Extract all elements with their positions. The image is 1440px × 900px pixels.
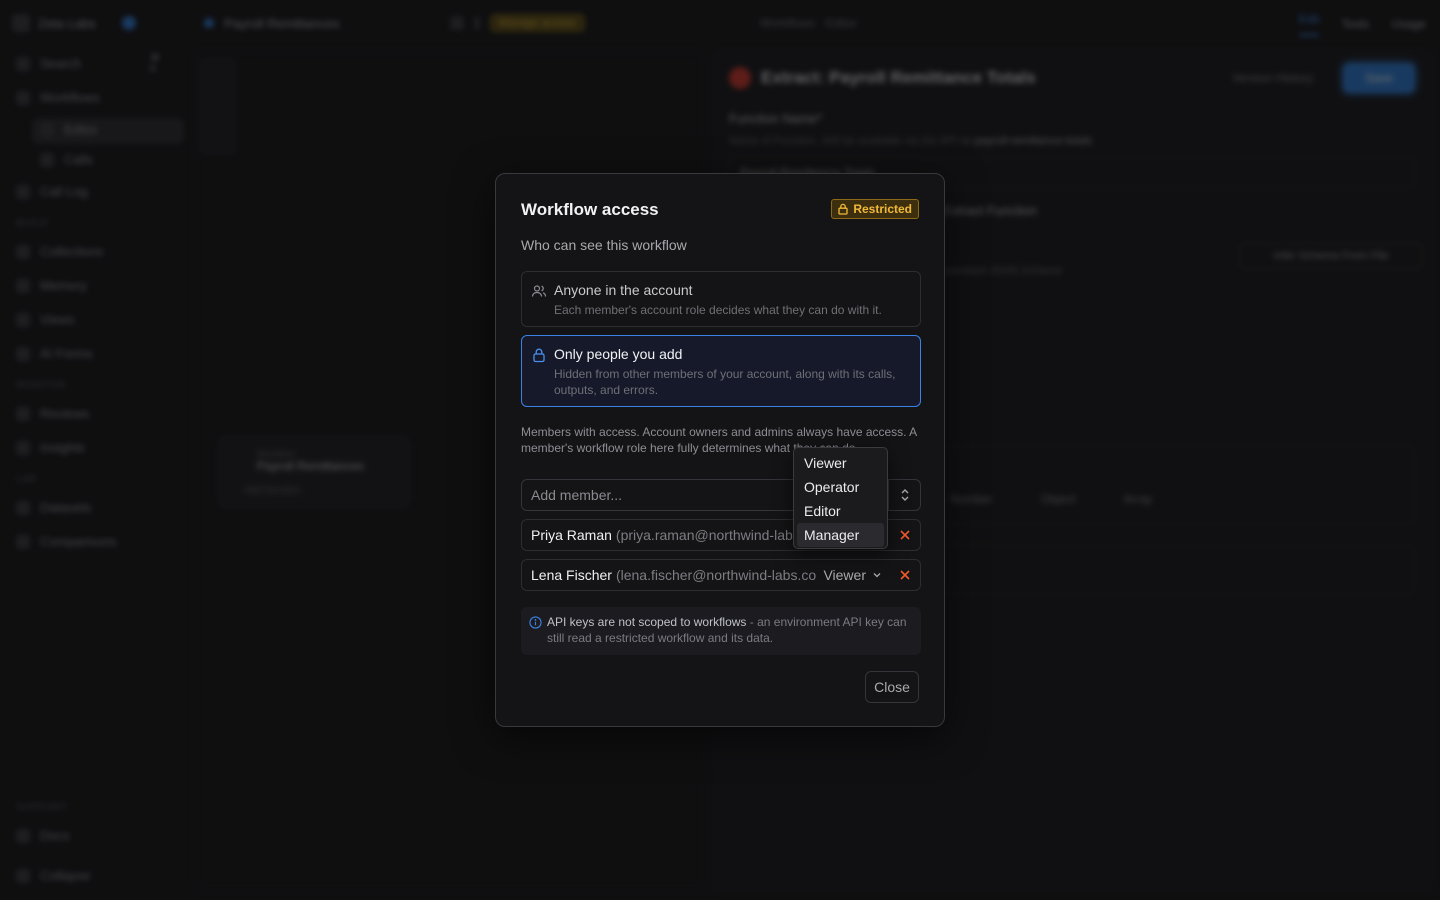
option-anyone-in-account[interactable]: Anyone in the account Each member's acco… (521, 271, 921, 327)
info-icon (529, 616, 542, 629)
role-dropdown-menu: Viewer Operator Editor Manager (793, 447, 888, 549)
member-email: (lena.fischer@northwind-labs.com) (615, 567, 833, 583)
restricted-badge-label: Restricted (853, 202, 912, 216)
chevron-up-down-icon (901, 489, 908, 501)
dialog-subtitle: Who can see this workflow (521, 237, 687, 253)
role-option-manager[interactable]: Manager (797, 523, 884, 547)
users-icon (531, 285, 547, 297)
member-row: Lena Fischer (lena.fischer@northwind-lab… (521, 559, 921, 591)
chevron-down-icon (873, 573, 881, 578)
remove-member-icon[interactable] (898, 568, 912, 582)
member-name: Lena Fischer (531, 567, 612, 583)
member-role-select[interactable]: Viewer (817, 560, 882, 590)
option-description: Hidden from other members of your accoun… (554, 367, 896, 397)
add-member-input[interactable] (531, 487, 791, 503)
role-option-editor[interactable]: Editor (797, 499, 884, 523)
info-strong-text: API keys are not scoped to workflows (547, 615, 747, 629)
lock-icon (533, 348, 545, 363)
lock-icon (838, 203, 848, 215)
option-only-people-you-add[interactable]: Only people you add Hidden from other me… (521, 335, 921, 407)
role-option-viewer[interactable]: Viewer (797, 451, 884, 475)
api-keys-info: API keys are not scoped to workflows - a… (521, 607, 921, 655)
close-button[interactable]: Close (865, 671, 919, 703)
restricted-badge: Restricted (831, 199, 919, 219)
member-role-value: Viewer (823, 567, 866, 583)
member-name: Priya Raman (531, 527, 612, 543)
option-title: Anyone in the account (554, 282, 693, 298)
role-select-toggle[interactable] (888, 480, 920, 510)
dialog-title: Workflow access (521, 200, 659, 219)
option-description: Each member's account role decides what … (554, 303, 882, 317)
option-title: Only people you add (554, 346, 683, 362)
role-option-operator[interactable]: Operator (797, 475, 884, 499)
remove-member-icon[interactable] (898, 528, 912, 542)
